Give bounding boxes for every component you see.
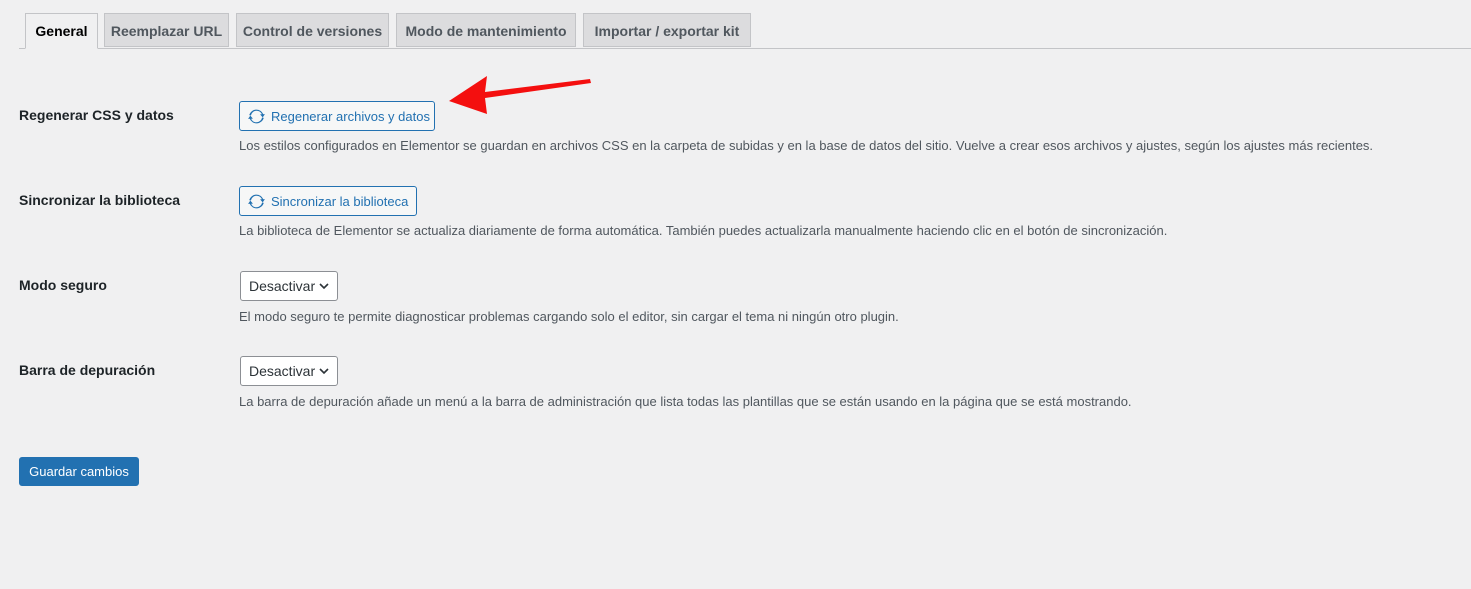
regenerate-css-description: Los estilos configurados en Elementor se… xyxy=(239,138,1374,153)
debug-bar-select[interactable]: Desactivar xyxy=(240,356,338,386)
regenerate-css-label: Regenerar CSS y datos xyxy=(19,107,174,123)
sync-library-button-label: Sincronizar la biblioteca xyxy=(271,193,409,209)
debug-bar-select-value: Desactivar xyxy=(249,363,316,379)
tab-bar: General Reemplazar URL Control de versio… xyxy=(0,0,1471,49)
sync-icon xyxy=(248,108,265,125)
sync-library-button[interactable]: Sincronizar la biblioteca xyxy=(239,186,417,216)
safe-mode-select[interactable]: Desactivar xyxy=(240,271,338,301)
debug-bar-label: Barra de depuración xyxy=(19,362,156,378)
regenerate-files-button[interactable]: Regenerar archivos y datos xyxy=(239,101,435,131)
safe-mode-label: Modo seguro xyxy=(19,277,107,293)
annotation-arrow-icon xyxy=(449,76,591,114)
debug-bar-description: La barra de depuración añade un menú a l… xyxy=(239,394,1132,409)
regenerate-files-button-label: Regenerar archivos y datos xyxy=(271,108,430,124)
sync-icon xyxy=(248,193,265,210)
tab-maintenance-mode[interactable]: Modo de mantenimiento xyxy=(396,13,576,47)
save-changes-button[interactable]: Guardar cambios xyxy=(19,457,139,486)
sync-library-label: Sincronizar la biblioteca xyxy=(19,192,181,208)
safe-mode-description: El modo seguro te permite diagnosticar p… xyxy=(239,309,899,324)
tab-general[interactable]: General xyxy=(25,13,98,49)
tab-import-export-kit[interactable]: Importar / exportar kit xyxy=(583,13,751,47)
chevron-down-icon xyxy=(319,368,329,375)
sync-library-description: La biblioteca de Elementor se actualiza … xyxy=(239,223,1168,238)
tab-replace-url[interactable]: Reemplazar URL xyxy=(104,13,229,47)
chevron-down-icon xyxy=(319,283,329,290)
tab-version-control[interactable]: Control de versiones xyxy=(236,13,389,47)
settings-page: General Reemplazar URL Control de versio… xyxy=(0,0,1471,589)
safe-mode-select-value: Desactivar xyxy=(249,278,316,294)
tab-bar-divider xyxy=(19,48,1471,49)
